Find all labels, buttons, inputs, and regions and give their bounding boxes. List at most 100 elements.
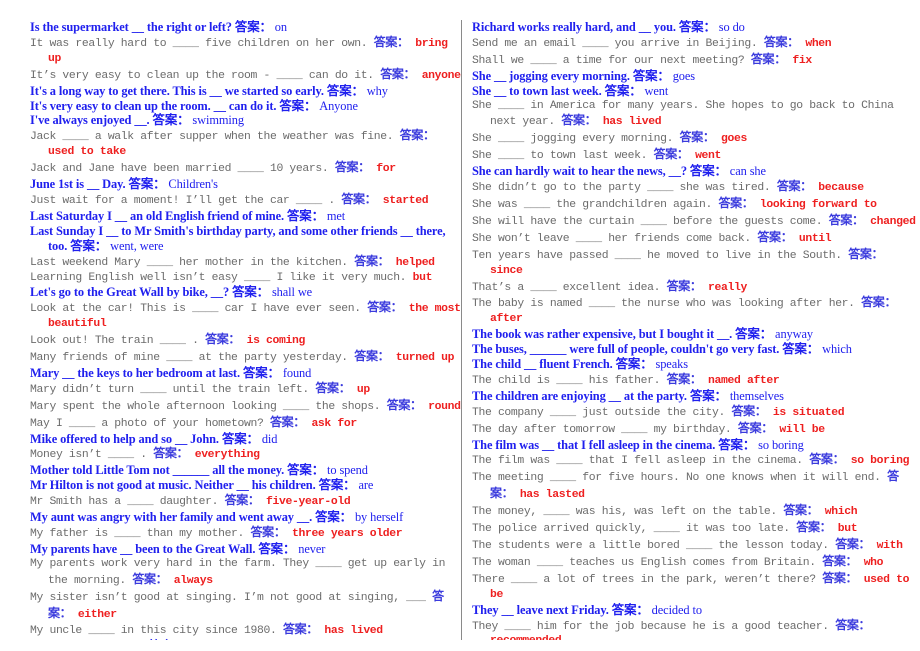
question-line: It was really hard to ____ five children…	[30, 35, 462, 67]
answer-text: either	[77, 608, 117, 621]
question-line: Last Sunday I __ to Mr Smith's birthday …	[30, 224, 462, 254]
question-line: Mike offered to help and so __ John. 答案：…	[30, 432, 462, 447]
answer-label: 答案：	[232, 285, 269, 300]
question-line: There ____ a lot of trees in the park, w…	[472, 571, 920, 603]
question-stem: The woman ____ teaches us English comes …	[472, 556, 816, 569]
answer-text: isn't it	[188, 639, 217, 640]
answer-text: because	[818, 182, 864, 195]
question-stem: She __ jogging every morning.	[472, 68, 630, 83]
question-stem: My father is ____ than my mother.	[30, 528, 245, 540]
question-stem: Is the supermarket __ the right or left?	[30, 20, 232, 34]
question-line: She ____ in America for many years. She …	[472, 99, 920, 131]
question-line: The police arrived quickly, ____ it was …	[472, 520, 920, 537]
answer-label: 答案：	[373, 34, 409, 49]
answer-text: up	[356, 383, 370, 396]
answer-text: but	[412, 271, 433, 284]
question-line: My uncle ____ in this city since 1980. 答…	[30, 622, 462, 639]
question-stem: Shall we ____ a time for our next meetin…	[472, 54, 745, 67]
question-stem: Jack and Jane have been married ____ 10 …	[30, 163, 329, 176]
question-stem: Many friends of mine ____ at the party y…	[30, 352, 348, 365]
answer-text: looking forward to	[759, 198, 877, 211]
question-line: My father is ____ than my mother. 答案： th…	[30, 525, 462, 542]
question-stem: The film was __ that I fell asleep in th…	[472, 437, 716, 452]
question-stem: Mary __ the keys to her bedroom at last.	[30, 365, 240, 380]
question-stem: Last Saturday I __ an old English friend…	[30, 208, 284, 223]
answer-label: 答案：	[286, 208, 324, 223]
question-stem: Learning English well isn’t easy ____ I …	[30, 271, 407, 284]
question-stem: Let's go to the Great Wall by bike, __?	[30, 285, 230, 300]
answer-label: 答案：	[689, 164, 727, 179]
question-stem: The film was ____ that I fell asleep in …	[472, 455, 803, 468]
answer-text: which	[822, 342, 852, 357]
answer-text: never	[298, 541, 326, 556]
question-stem: It’s very easy to clean up the room - __…	[30, 69, 374, 82]
answer-label: 答案：	[615, 357, 653, 372]
answer-label: 答案：	[282, 622, 318, 637]
question-stem: My aunt was angry with her family and we…	[30, 510, 313, 525]
answer-text: helped	[395, 256, 435, 269]
answer-label: 答案：	[666, 278, 702, 293]
answer-label: 答案：	[782, 342, 820, 357]
answer-label: 答案：	[653, 147, 689, 162]
question-line: Mr Smith has a ____ daughter. 答案： five-y…	[30, 493, 462, 510]
answer-text: used to take	[48, 146, 126, 159]
answer-label: 答案：	[822, 570, 858, 585]
answer-text: to spend	[327, 463, 368, 478]
question-stem: Ten years have passed ____ he moved to l…	[472, 249, 842, 262]
question-line: My parents have __ been to the Great Wal…	[30, 542, 462, 557]
question-stem: It's very easy to clean up the room. __ …	[30, 98, 277, 113]
answer-label: 答案：	[689, 388, 727, 403]
answer-text: has lived	[324, 625, 383, 638]
question-line: Is the supermarket __ the right or left?…	[30, 20, 462, 35]
question-stem: There ____ a lot of trees in the park, w…	[472, 573, 816, 586]
question-stem: That’s a ____ excellent idea.	[472, 281, 661, 294]
question-line: She ____ to town last week. 答案： went	[472, 147, 920, 164]
answer-text: is situated	[772, 406, 845, 419]
question-line: I've always enjoyed __. 答案： swimming	[30, 113, 462, 128]
question-stem: The child is ____ his father.	[472, 374, 661, 387]
answer-text: went	[644, 83, 669, 98]
question-stem: I've always enjoyed __.	[30, 113, 150, 128]
answer-text: went	[695, 150, 722, 163]
question-line: Shall we ____ a time for our next meetin…	[472, 52, 920, 69]
answer-text: round	[428, 400, 461, 413]
answer-text: anyone	[421, 69, 461, 82]
question-stem: May I ____ a photo of your hometown?	[30, 417, 264, 430]
question-stem: Last weekend Mary ____ her mother in the…	[30, 256, 348, 269]
answer-text: by herself	[354, 510, 404, 525]
question-stem: Mother told Little Tom not ______ all th…	[30, 463, 285, 478]
answer-label: 答案：	[611, 602, 649, 617]
answer-label: 答案：	[776, 179, 812, 194]
question-stem: She won’t leave ____ her friends come ba…	[472, 232, 751, 245]
answer-label: 答案：	[242, 365, 280, 380]
question-stem: The money, ____ was his, was left on the…	[472, 506, 777, 519]
question-stem: The police arrived quickly, ____ it was …	[472, 523, 790, 536]
answer-text: changed	[870, 215, 916, 228]
question-line: They __ leave next Friday. 答案： decided t…	[472, 603, 920, 618]
answer-label: 答案：	[152, 113, 190, 128]
question-stem: Look at the car! This is ____ car I have…	[30, 303, 361, 316]
question-stem: Send me an email ____ you arrive in Beij…	[472, 37, 758, 50]
answer-text: decided to	[651, 602, 702, 617]
answer-text: on	[274, 20, 287, 34]
answer-label: 答案：	[731, 403, 767, 418]
question-stem: Richard works really hard, and __ you.	[472, 20, 676, 34]
answer-label: 答案：	[861, 295, 897, 310]
question-stem: She ____ to town last week.	[472, 150, 648, 163]
answer-label: 答案：	[783, 503, 819, 518]
question-stem: She didn’t go to the party ____ she was …	[472, 182, 771, 195]
question-line: She __ to town last week. 答案： went	[472, 84, 920, 99]
answer-text: after	[490, 313, 523, 326]
question-line: Learning English well isn’t easy ____ I …	[30, 271, 462, 286]
question-line: The child is ____ his father. 答案： named …	[472, 372, 920, 389]
answer-label: 答案：	[718, 437, 756, 452]
answer-label: 答案：	[148, 639, 185, 640]
answer-label: 答案：	[763, 34, 799, 49]
question-line: The company ____ just outside the city. …	[472, 404, 920, 421]
answer-text: has lasted	[519, 489, 585, 502]
answer-label: 答案：	[250, 525, 286, 539]
question-stem: Money isn’t ____ .	[30, 449, 147, 462]
answer-text: goes	[721, 133, 747, 146]
answer-label: 答案：	[737, 420, 773, 435]
question-stem: The baby is named ____ the nurse who was…	[472, 298, 855, 311]
